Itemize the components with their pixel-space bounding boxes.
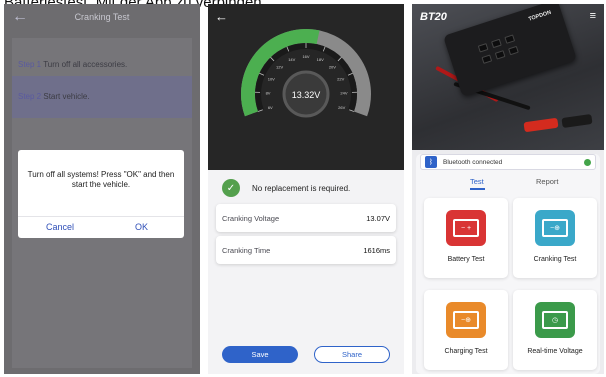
red-clamp (523, 117, 559, 133)
tile-label: Cranking Test (533, 256, 577, 263)
battery-test-tile[interactable]: − + Battery Test (424, 198, 508, 278)
cranking-voltage-row: Cranking Voltage 13.07V (216, 204, 396, 232)
back-arrow-icon[interactable]: ← (215, 9, 228, 24)
step-1-text: Turn off all accessories. (41, 60, 128, 69)
cranking-time-label: Cranking Time (222, 245, 271, 255)
tab-report[interactable]: Report (536, 177, 559, 186)
gauge-tick-label: 8V (266, 91, 271, 96)
tile-label: Real-time Voltage (527, 348, 583, 355)
cranking-result-screen: 6V 8V 10V 12V 14V 16V 18V 20V 22V 24V 26V 13.32V ←… (208, 4, 404, 374)
cranking-voltage-label: Cranking Voltage (222, 213, 280, 223)
share-button[interactable]: Share (314, 346, 390, 363)
step-1-number: Step 1 (18, 60, 42, 69)
gauge-tick-label: 12V (276, 65, 283, 70)
tester-device: TOPDON (443, 4, 577, 97)
menu-icon[interactable]: ≡ (590, 10, 596, 22)
cancel-button[interactable]: Cancel (46, 222, 74, 232)
cranking-time-value: 1616ms (363, 245, 390, 255)
gauge-panel: 6V 8V 10V 12V 14V 16V 18V 20V 22V 24V 26V 13.32V ← (208, 4, 404, 170)
product-hero-image: TOPDON BT20 ≡ (412, 4, 604, 150)
device-logo: TOPDON (527, 9, 552, 23)
gauge-tick-label: 22V (337, 77, 344, 82)
battery-icon: − + (446, 210, 486, 246)
step-2-number: Step 2 (18, 92, 42, 101)
gauge-tick-label: 16V (302, 54, 309, 59)
real-time-voltage-tile[interactable]: ◷ Real-time Voltage (513, 290, 597, 370)
charging-battery-icon: −⊕ (446, 302, 486, 338)
device-key (494, 50, 506, 60)
gauge-reading: 13.32V (292, 90, 321, 100)
black-clamp (561, 113, 593, 129)
tab-test[interactable]: Test (470, 177, 484, 186)
bluetooth-icon: ᛒ (425, 156, 437, 168)
cranking-voltage-value: 13.07V (366, 213, 390, 223)
gauge-tick-label: 24V (340, 91, 347, 96)
voltage-meter-icon: ◷ (535, 302, 575, 338)
gauge-tick-label: 6V (268, 105, 273, 110)
cranking-battery-icon: −⊕ (535, 210, 575, 246)
charging-test-tile[interactable]: −⊕ Charging Test (424, 290, 508, 370)
tile-label: Battery Test (447, 256, 485, 263)
active-tab-indicator (470, 188, 485, 190)
device-key (477, 43, 489, 53)
page-title: Cranking Test (74, 12, 130, 22)
bt20-home-screen: TOPDON BT20 ≡ ᛒ Bluetooth connected Test… (412, 4, 604, 374)
voltage-gauge: 6V 8V 10V 12V 14V 16V 18V 20V 22V 24V 26V 13.32V (241, 29, 371, 118)
step-2: Step 2 Start vehicle. (18, 92, 90, 101)
dialog-message: Turn off all systems! Press "OK" and the… (27, 170, 175, 189)
step-1: Step 1 Turn off all accessories. (18, 60, 127, 69)
device-key (491, 38, 502, 49)
cranking-time-row: Cranking Time 1616ms (216, 236, 396, 264)
result-status: ✓ No replacement is required. (222, 174, 390, 202)
cranking-test-tile[interactable]: −⊕ Cranking Test (513, 198, 597, 278)
check-icon: ✓ (222, 179, 240, 197)
gauge-tick-label: 20V (329, 65, 336, 70)
tile-label: Charging Test (444, 348, 488, 355)
bluetooth-status-text: Bluetooth connected (443, 158, 503, 166)
ok-button[interactable]: OK (135, 222, 148, 232)
gauge-tick-label: 10V (268, 77, 275, 82)
confirm-dialog: Turn off all systems! Press "OK" and the… (18, 150, 184, 238)
dialog-divider (18, 216, 184, 217)
status-text: No replacement is required. (252, 183, 351, 193)
gauge-tick-label: 18V (317, 57, 324, 62)
gauge-tick-label: 14V (288, 57, 295, 62)
device-key (481, 54, 493, 64)
device-key (508, 45, 519, 56)
save-button[interactable]: Save (222, 346, 298, 363)
header: ← Cranking Test (4, 4, 200, 30)
test-panel: ᛒ Bluetooth connected Test Report − + Ba… (416, 154, 600, 374)
connected-dot-icon (584, 159, 591, 166)
bluetooth-status-bar[interactable]: ᛒ Bluetooth connected (420, 154, 596, 170)
step-2-text: Start vehicle. (41, 92, 90, 101)
cranking-test-screen: ← Cranking Test Step 1 Turn off all acce… (4, 4, 200, 374)
device-key (504, 34, 516, 44)
brand-title: BT20 (420, 11, 447, 23)
gauge-tick-label: 26V (338, 105, 345, 110)
